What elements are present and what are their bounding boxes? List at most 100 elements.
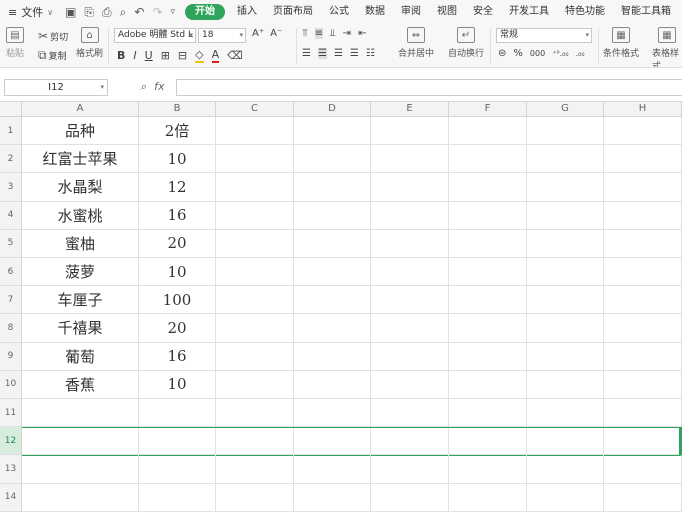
column-header-g[interactable]: G — [527, 102, 604, 117]
conditional-format-button[interactable]: ▦ 条件格式 — [603, 27, 639, 59]
cell-b14[interactable] — [139, 483, 216, 512]
cell-g10[interactable] — [527, 370, 604, 399]
tab-9[interactable]: 特色功能 — [557, 0, 613, 24]
align-middle-icon[interactable]: ≡ — [314, 28, 324, 39]
cell-c13[interactable] — [216, 455, 294, 484]
cell-e10[interactable] — [371, 370, 449, 399]
row-header-6[interactable]: 6 — [0, 258, 22, 287]
name-box[interactable]: I12 ▾ — [4, 79, 108, 96]
cell-f6[interactable] — [449, 258, 527, 287]
number-format-select[interactable]: 常规 ▾ — [496, 28, 592, 43]
cell-g4[interactable] — [527, 201, 604, 230]
decrease-font-icon[interactable]: A⁻ — [270, 28, 282, 39]
cell-c2[interactable] — [216, 145, 294, 174]
cell-f2[interactable] — [449, 145, 527, 174]
cell-b8[interactable]: 20 — [139, 314, 216, 343]
border-icon[interactable]: ⊞ — [161, 49, 170, 62]
cell-d6[interactable] — [294, 258, 371, 287]
row-header-4[interactable]: 4 — [0, 201, 22, 230]
distribute-icon[interactable]: ☷ — [366, 48, 375, 59]
formula-input[interactable] — [176, 79, 682, 96]
cell-e7[interactable] — [371, 286, 449, 315]
redo-icon[interactable]: ↷ — [152, 5, 162, 19]
cell-g8[interactable] — [527, 314, 604, 343]
cell-e4[interactable] — [371, 201, 449, 230]
column-header-a[interactable]: A — [22, 102, 139, 117]
file-menu[interactable]: ≡ 文件 ∨ — [0, 4, 59, 20]
cell-h5[interactable] — [604, 229, 682, 258]
cell-c5[interactable] — [216, 229, 294, 258]
cell-d3[interactable] — [294, 173, 371, 202]
cell-a12[interactable] — [22, 427, 139, 456]
tab-4[interactable]: 数据 — [357, 0, 393, 24]
cell-d5[interactable] — [294, 229, 371, 258]
cell-c10[interactable] — [216, 370, 294, 399]
cell-g2[interactable] — [527, 145, 604, 174]
cell-f8[interactable] — [449, 314, 527, 343]
zoom-search-icon[interactable]: ⌕ — [140, 80, 146, 94]
column-header-h[interactable]: H — [604, 102, 682, 117]
cell-d4[interactable] — [294, 201, 371, 230]
cell-b5[interactable]: 20 — [139, 229, 216, 258]
cell-d10[interactable] — [294, 370, 371, 399]
cell-h7[interactable] — [604, 286, 682, 315]
cell-a8[interactable]: 千禧果 — [22, 314, 139, 343]
cell-c7[interactable] — [216, 286, 294, 315]
tab-1[interactable]: 插入 — [229, 0, 265, 24]
cell-b11[interactable] — [139, 399, 216, 428]
align-center-icon[interactable]: ☰ — [317, 48, 327, 59]
cell-h1[interactable] — [604, 117, 682, 146]
cell-b9[interactable]: 16 — [139, 342, 216, 371]
cell-c1[interactable] — [216, 117, 294, 146]
cell-h11[interactable] — [604, 399, 682, 428]
paste-button[interactable]: ▤ 粘贴 — [6, 27, 24, 59]
row-header-8[interactable]: 8 — [0, 314, 22, 343]
cell-e8[interactable] — [371, 314, 449, 343]
increase-decimal-icon[interactable]: ⁺⁰.₀₀ — [552, 49, 568, 58]
thousands-button[interactable]: 000 — [530, 49, 545, 58]
cell-h12[interactable] — [604, 427, 682, 456]
row-header-13[interactable]: 13 — [0, 455, 22, 484]
select-all-corner[interactable] — [0, 102, 22, 117]
cell-d1[interactable] — [294, 117, 371, 146]
align-right-icon[interactable]: ☰ — [334, 48, 343, 59]
tab-7[interactable]: 安全 — [465, 0, 501, 24]
cell-e12[interactable] — [371, 427, 449, 456]
cell-h8[interactable] — [604, 314, 682, 343]
cell-c12[interactable] — [216, 427, 294, 456]
row-header-2[interactable]: 2 — [0, 145, 22, 174]
cell-e9[interactable] — [371, 342, 449, 371]
cell-g7[interactable] — [527, 286, 604, 315]
cell-g1[interactable] — [527, 117, 604, 146]
cell-d9[interactable] — [294, 342, 371, 371]
cell-f10[interactable] — [449, 370, 527, 399]
cell-f3[interactable] — [449, 173, 527, 202]
format-painter-button[interactable]: ⌂ 格式刷 — [76, 27, 103, 59]
cell-f9[interactable] — [449, 342, 527, 371]
cell-c11[interactable] — [216, 399, 294, 428]
customize-icon[interactable]: ▿ — [171, 7, 176, 17]
cell-a5[interactable]: 蜜柚 — [22, 229, 139, 258]
cell-h6[interactable] — [604, 258, 682, 287]
cell-a4[interactable]: 水蜜桃 — [22, 201, 139, 230]
cell-c6[interactable] — [216, 258, 294, 287]
font-size-select[interactable]: 18 ▾ — [198, 28, 246, 43]
tab-0[interactable]: 开始 — [185, 4, 226, 20]
cell-b6[interactable]: 10 — [139, 258, 216, 287]
row-header-3[interactable]: 3 — [0, 173, 22, 202]
tab-6[interactable]: 视图 — [429, 0, 465, 24]
currency-icon[interactable]: ⊜ — [498, 48, 506, 59]
tab-3[interactable]: 公式 — [321, 0, 357, 24]
cell-h13[interactable] — [604, 455, 682, 484]
row-header-7[interactable]: 7 — [0, 286, 22, 315]
row-header-14[interactable]: 14 — [0, 483, 22, 512]
cell-c8[interactable] — [216, 314, 294, 343]
align-left-icon[interactable]: ☰ — [302, 48, 311, 59]
cell-f12[interactable] — [449, 427, 527, 456]
cell-e11[interactable] — [371, 399, 449, 428]
cell-b12[interactable] — [139, 427, 216, 456]
cell-f1[interactable] — [449, 117, 527, 146]
cell-e3[interactable] — [371, 173, 449, 202]
cell-d14[interactable] — [294, 483, 371, 512]
row-header-1[interactable]: 1 — [0, 117, 22, 146]
